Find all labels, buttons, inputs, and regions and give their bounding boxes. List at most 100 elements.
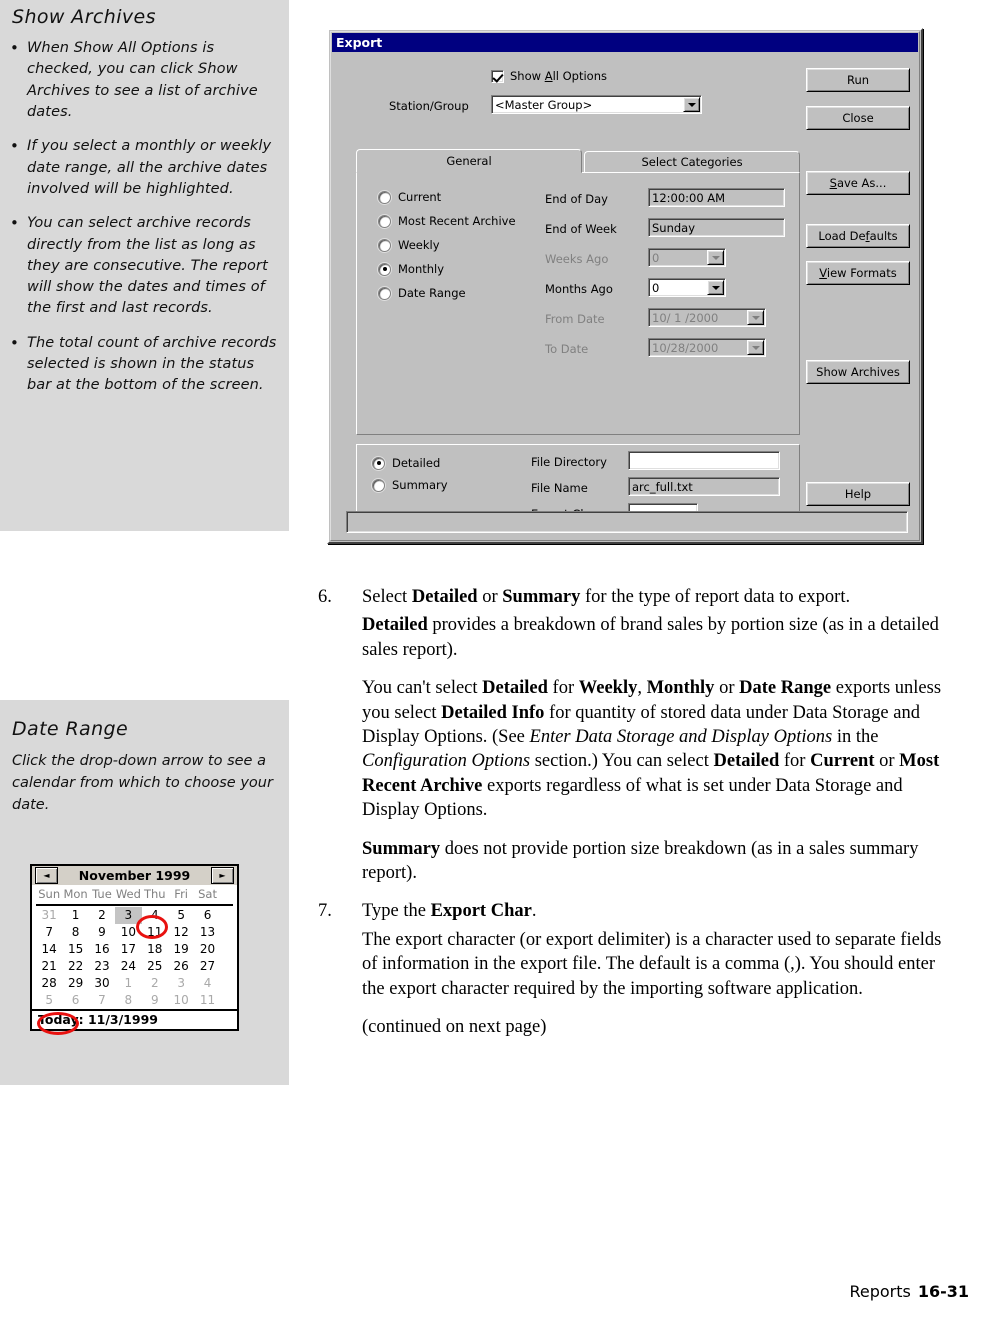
calendar-day-names-row: Sun Mon Tue Wed Thu Fri Sat xyxy=(36,886,233,906)
calendar-day[interactable]: 5 xyxy=(168,907,194,924)
show-archives-button[interactable]: Show Archives xyxy=(806,360,910,384)
chevron-down-icon[interactable] xyxy=(683,97,700,112)
radio-icon-selected[interactable] xyxy=(378,262,391,276)
end-of-week-field[interactable]: Sunday xyxy=(648,218,785,237)
paragraph-summary: Summary does not provide portion size br… xyxy=(362,838,919,884)
calendar-day[interactable]: 6 xyxy=(194,907,220,924)
to-date-field[interactable]: 10/28/2000 xyxy=(648,338,766,357)
radio-icon[interactable] xyxy=(378,190,391,204)
checkbox-icon-show-all-options[interactable] xyxy=(491,69,504,83)
calendar-day[interactable]: 8 xyxy=(62,924,88,941)
chevron-down-icon[interactable] xyxy=(747,310,764,325)
close-button[interactable]: Close xyxy=(806,106,910,130)
date-range-option-group[interactable]: Current Most Recent Archive Weekly Month… xyxy=(378,190,548,310)
chevron-down-icon[interactable] xyxy=(707,280,724,295)
calendar-day[interactable]: 22 xyxy=(62,958,88,975)
calendar-day[interactable]: 28 xyxy=(36,975,62,992)
radio-icon[interactable] xyxy=(378,286,391,300)
tab-general[interactable]: General xyxy=(356,149,582,173)
continued-note: (continued on next page) xyxy=(362,1017,547,1038)
radio-option-most-recent-archive[interactable]: Most Recent Archive xyxy=(378,214,548,228)
step-text: Type the Export Char. xyxy=(362,901,537,922)
calendar-day[interactable]: 2 xyxy=(89,907,115,924)
calendar-day[interactable]: 15 xyxy=(62,941,88,958)
calendar-day[interactable]: 1 xyxy=(62,907,88,924)
file-name-value: arc_full.txt xyxy=(632,479,693,494)
calendar-day[interactable]: 3 xyxy=(168,975,194,992)
calendar-day[interactable]: 20 xyxy=(194,941,220,958)
radio-option-current[interactable]: Current xyxy=(378,190,548,204)
load-defaults-button[interactable]: Load Defaults xyxy=(806,224,910,248)
view-formats-button[interactable]: View Formats xyxy=(806,261,910,285)
calendar-day[interactable]: 8 xyxy=(115,992,141,1009)
radio-option-monthly[interactable]: Monthly xyxy=(378,262,548,276)
save-as-button[interactable]: Save As... xyxy=(806,171,910,195)
calendar-day[interactable]: 1 xyxy=(115,975,141,992)
station-group-value: <Master Group> xyxy=(495,97,593,112)
calendar-day[interactable]: 4 xyxy=(194,975,220,992)
calendar-day[interactable]: 29 xyxy=(62,975,88,992)
calendar-day[interactable]: 7 xyxy=(36,924,62,941)
paragraph-export-char: The export character (or export delimite… xyxy=(362,929,942,999)
calendar-day[interactable]: 25 xyxy=(142,958,168,975)
run-button[interactable]: Run xyxy=(806,68,910,92)
calendar-day[interactable]: 30 xyxy=(89,975,115,992)
calendar-week-row: 21 22 23 24 25 26 27 xyxy=(36,958,233,975)
radio-option-detailed[interactable]: Detailed xyxy=(372,456,448,470)
calendar-day[interactable]: 10 xyxy=(168,992,194,1009)
weeks-ago-field[interactable]: 0 xyxy=(648,248,726,267)
radio-option-weekly[interactable]: Weekly xyxy=(378,238,548,252)
calendar-day[interactable]: 2 xyxy=(142,975,168,992)
calendar-day[interactable]: 11 xyxy=(142,924,168,941)
calendar-day[interactable]: 11 xyxy=(194,992,220,1009)
chevron-down-icon[interactable] xyxy=(707,250,724,265)
footer-page-number: 16-31 xyxy=(917,1282,969,1301)
calendar-day[interactable]: 31 xyxy=(36,907,62,924)
calendar-next-month-icon[interactable]: ► xyxy=(211,867,234,884)
file-name-input[interactable]: arc_full.txt xyxy=(628,477,780,496)
show-all-options-row[interactable]: Show All Options xyxy=(491,69,607,83)
help-button[interactable]: Help xyxy=(806,482,910,506)
calendar-day[interactable]: 19 xyxy=(168,941,194,958)
calendar-day[interactable]: 27 xyxy=(194,958,220,975)
radio-icon[interactable] xyxy=(372,478,385,492)
calendar-prev-month-icon[interactable]: ◄ xyxy=(35,867,58,884)
from-date-label: From Date xyxy=(545,312,605,326)
radio-option-summary[interactable]: Summary xyxy=(372,478,448,492)
calendar-day[interactable]: 7 xyxy=(89,992,115,1009)
end-of-day-field[interactable]: 12:00:00 AM xyxy=(648,188,785,207)
calendar-day[interactable]: 4 xyxy=(142,907,168,924)
from-date-field[interactable]: 10/ 1 /2000 xyxy=(648,308,766,327)
calendar-day[interactable]: 13 xyxy=(194,924,220,941)
report-type-group[interactable]: Detailed Summary xyxy=(372,456,448,502)
step-6: 6. Select Detailed or Summary for the ty… xyxy=(318,585,958,609)
calendar-day[interactable]: 18 xyxy=(142,941,168,958)
calendar-day[interactable]: 12 xyxy=(168,924,194,941)
station-group-combo[interactable]: <Master Group> xyxy=(491,95,702,114)
calendar-day[interactable]: 23 xyxy=(89,958,115,975)
calendar-day[interactable]: 17 xyxy=(115,941,141,958)
calendar-widget[interactable]: ◄ November 1999 ► Sun Mon Tue Wed Thu Fr… xyxy=(30,864,239,1035)
tab-select-categories[interactable]: Select Categories xyxy=(584,151,800,173)
calendar-day[interactable]: 5 xyxy=(36,992,62,1009)
calendar-day[interactable]: 14 xyxy=(36,941,62,958)
calendar-day[interactable]: 10 xyxy=(115,924,141,941)
radio-icon[interactable] xyxy=(378,238,391,252)
calendar-day[interactable]: 26 xyxy=(168,958,194,975)
months-ago-field[interactable]: 0 xyxy=(648,278,726,297)
calendar-day[interactable]: 9 xyxy=(89,924,115,941)
calendar-day[interactable]: 24 xyxy=(115,958,141,975)
calendar-day[interactable]: 21 xyxy=(36,958,62,975)
calendar-day-selected[interactable]: 3 xyxy=(115,907,142,924)
show-all-options-label: Show All Options xyxy=(510,69,607,83)
dialog-title: Export xyxy=(336,35,383,50)
chevron-down-icon[interactable] xyxy=(747,340,764,355)
radio-icon[interactable] xyxy=(378,214,391,228)
calendar-day[interactable]: 6 xyxy=(62,992,88,1009)
calendar-week-row: 5 6 7 8 9 10 11 xyxy=(36,992,233,1009)
radio-option-date-range[interactable]: Date Range xyxy=(378,286,548,300)
file-directory-input[interactable] xyxy=(628,451,780,470)
radio-icon-selected[interactable] xyxy=(372,456,385,470)
calendar-day[interactable]: 16 xyxy=(89,941,115,958)
calendar-day[interactable]: 9 xyxy=(142,992,168,1009)
